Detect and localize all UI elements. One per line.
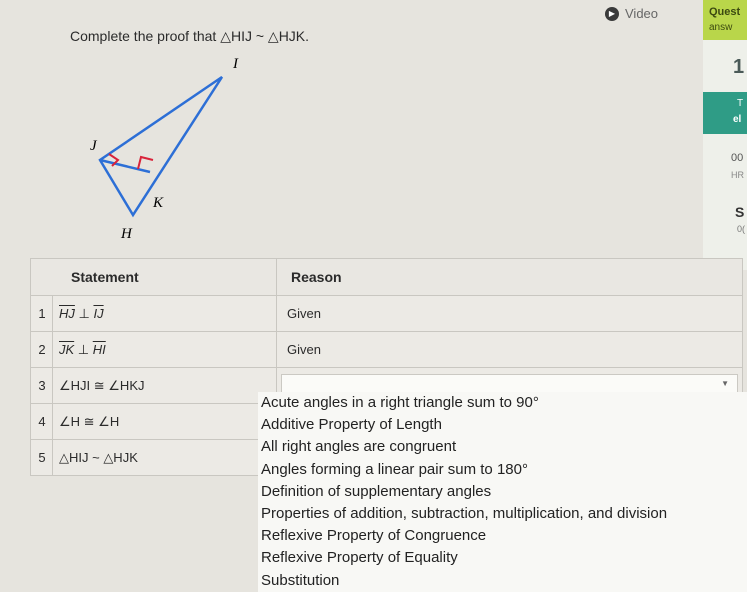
- statement-cell: HJ ⊥ IJ: [52, 295, 277, 332]
- row-number: 5: [30, 439, 53, 476]
- question-number: 1: [733, 56, 745, 78]
- row-number: 3: [30, 367, 53, 404]
- play-icon: ▶: [605, 6, 619, 21]
- dropdown-option[interactable]: Additive Property of Length: [261, 414, 747, 436]
- dropdown-option[interactable]: All right angles are congruent: [261, 436, 747, 458]
- segment-b: IJ: [93, 305, 104, 321]
- dropdown-option[interactable]: Reflexive Property of Equality: [261, 547, 747, 569]
- dropdown-option[interactable]: Properties of addition, subtraction, mul…: [261, 503, 747, 525]
- row-number: 4: [30, 403, 53, 440]
- question-panel-header: Quest answ: [703, 0, 747, 40]
- dropdown-option[interactable]: Definition of supplementary angles: [261, 481, 747, 503]
- proof-header-row: Statement Reason: [30, 258, 743, 296]
- video-link[interactable]: ▶ Video: [605, 6, 658, 21]
- timer-label: HR: [731, 170, 744, 180]
- right-angle-mark-K: [137, 155, 154, 170]
- relation: ⊥: [78, 305, 90, 321]
- question-prompt: Complete the proof that △HIJ ~ △HJK.: [70, 28, 310, 44]
- teal-card-top: T: [737, 98, 744, 109]
- statement-cell: ∠HJI ≅ ∠HKJ: [52, 367, 277, 404]
- segment-a: HJ: [59, 305, 75, 321]
- segment-a: JK: [59, 341, 75, 357]
- reason-header: Reason: [276, 258, 743, 296]
- dropdown-option[interactable]: Reflexive Property of Congruence: [261, 525, 747, 547]
- vertex-label-I: I: [232, 56, 239, 72]
- question-panel-subtitle: answ: [709, 22, 733, 33]
- row-number: 1: [30, 295, 53, 332]
- section-sub: 0(: [737, 224, 746, 234]
- timer-value: 00: [731, 152, 744, 164]
- teal-card-bottom: el: [733, 114, 742, 125]
- vertex-label-H: H: [120, 226, 133, 242]
- vertex-label-J: J: [90, 138, 98, 154]
- relation: ⊥: [77, 341, 90, 357]
- statement-cell: ∠H ≅ ∠H: [52, 403, 277, 440]
- proof-row-1: 1 HJ ⊥ IJ Given: [30, 295, 743, 332]
- video-label: Video: [625, 6, 659, 21]
- chevron-down-icon[interactable]: ▼: [721, 379, 729, 388]
- question-panel-teal-card[interactable]: T el: [703, 92, 747, 134]
- statement-header: Statement: [30, 258, 277, 296]
- statement-cell: JK ⊥ HI: [52, 331, 277, 368]
- question-panel-title: Quest: [709, 6, 741, 18]
- row-number: 2: [30, 331, 53, 368]
- vertex-label-K: K: [152, 195, 164, 211]
- segment-b: HI: [92, 341, 106, 357]
- reason-cell: Given: [276, 295, 743, 332]
- dropdown-option[interactable]: Acute angles in a right triangle sum to …: [261, 392, 747, 414]
- triangle-diagram: I J K H: [90, 56, 239, 242]
- dropdown-option[interactable]: Angles forming a linear pair sum to 180°: [261, 459, 747, 481]
- section-letter: S: [735, 204, 745, 220]
- statement-cell: △HIJ ~ △HJK: [52, 439, 277, 476]
- proof-row-2: 2 JK ⊥ HI Given: [30, 331, 743, 368]
- reason-cell: Given: [276, 331, 743, 368]
- dropdown-options-list: Acute angles in a right triangle sum to …: [258, 392, 747, 592]
- question-panel: Quest answ 1 T el 00 HR S 0(: [703, 0, 747, 270]
